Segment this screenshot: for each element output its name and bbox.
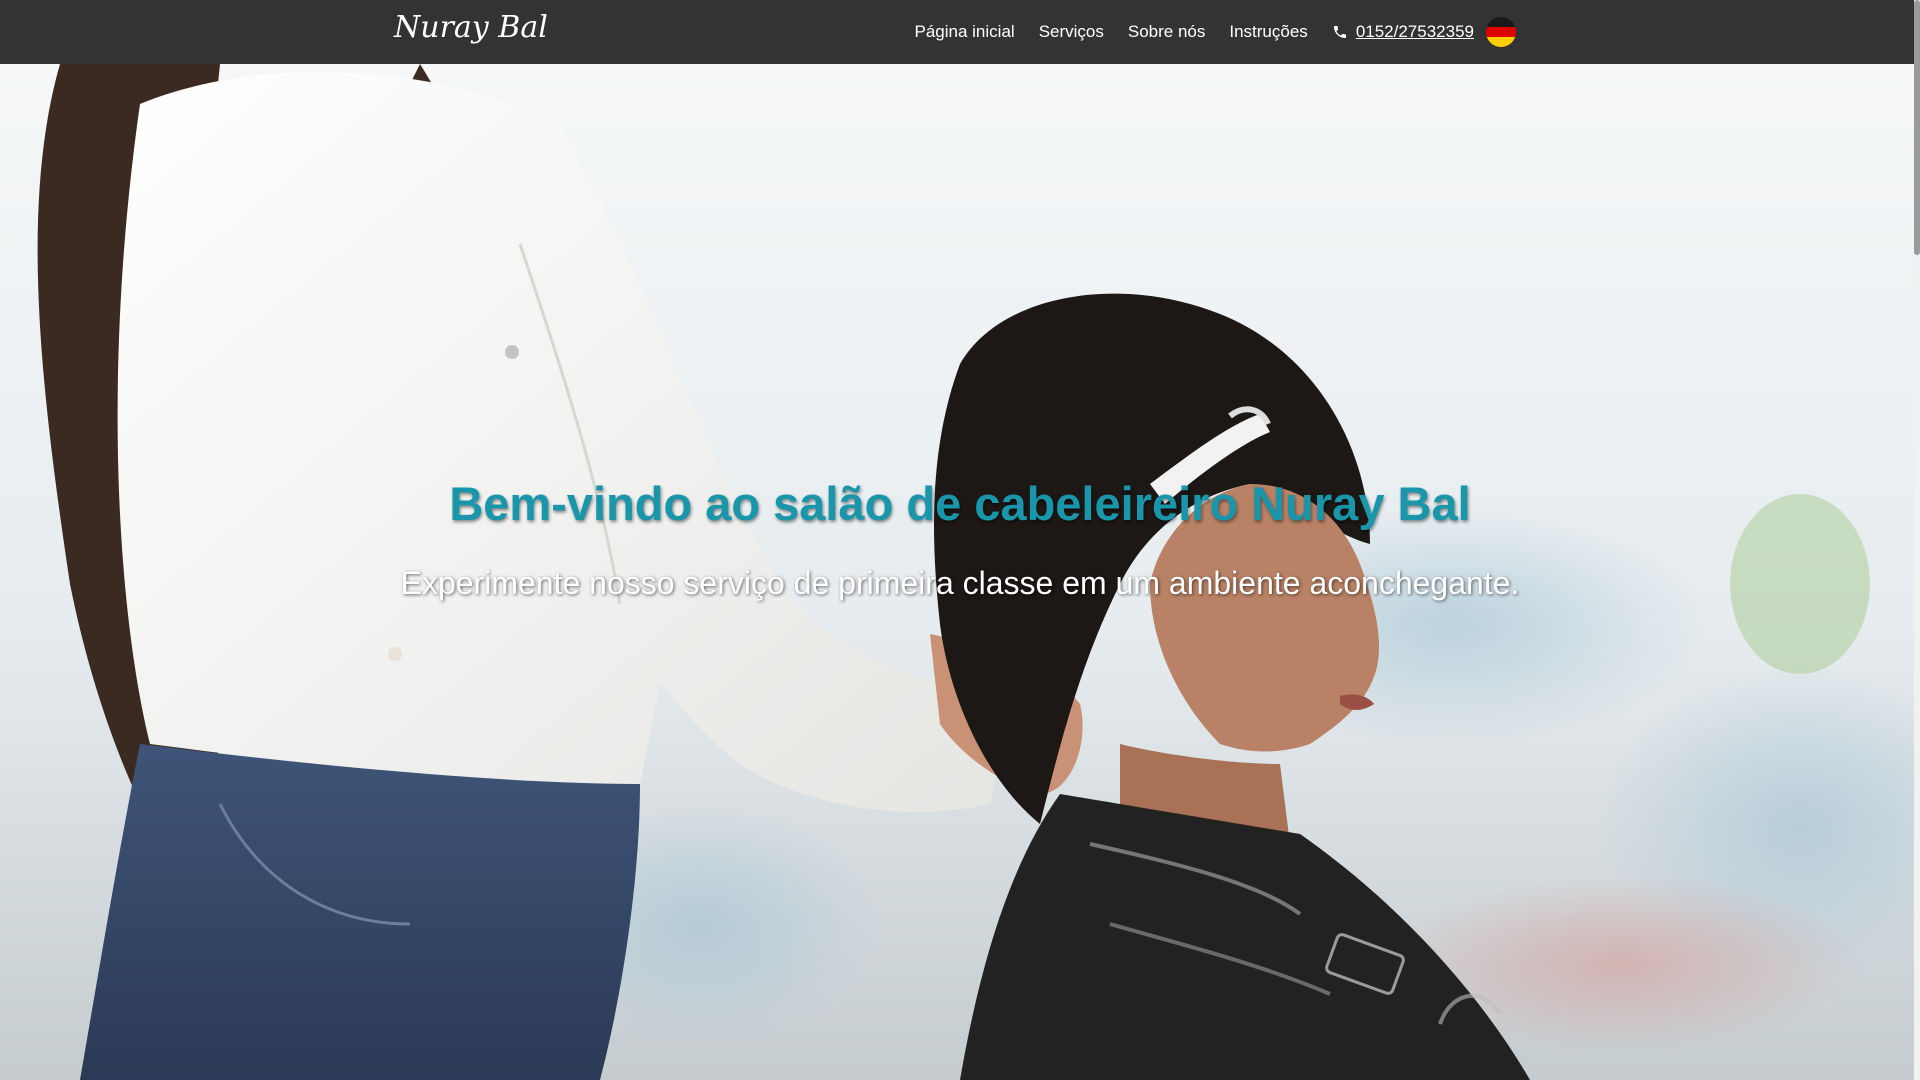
nav-services[interactable]: Serviços [1039, 22, 1104, 42]
logo: Nuray Bal [393, 10, 548, 45]
german-flag-icon [1486, 17, 1516, 47]
main-nav: Página inicial Serviços Sobre nós Instru… [915, 0, 1516, 64]
language-switcher[interactable] [1474, 17, 1516, 47]
logo-text: Nuray Bal [393, 10, 548, 45]
phone-icon [1333, 26, 1346, 38]
hero-subtitle: Experimente nosso serviço de primeira cl… [400, 565, 1520, 601]
scrollbar-thumb[interactable] [1914, 0, 1920, 255]
nav-instructions[interactable]: Instruções [1229, 22, 1307, 42]
navbar: Nuray Bal Página inicial Serviços Sobre … [0, 0, 1920, 64]
nav-about[interactable]: Sobre nós [1128, 22, 1206, 42]
nav-home[interactable]: Página inicial [915, 22, 1015, 42]
phone-number: 0152/27532359 [1355, 22, 1474, 41]
logo-link[interactable]: Nuray Bal [390, 3, 555, 53]
page: Nuray Bal Página inicial Serviços Sobre … [0, 0, 1920, 1080]
hero-title: Bem-vindo ao salão de cabeleireiro Nuray… [449, 477, 1471, 530]
hero-section: Bem-vindo ao salão de cabeleireiro Nuray… [0, 64, 1920, 1080]
phone-link[interactable]: 0152/27532359 [1332, 22, 1474, 42]
page-scrollbar[interactable] [1914, 0, 1920, 1080]
